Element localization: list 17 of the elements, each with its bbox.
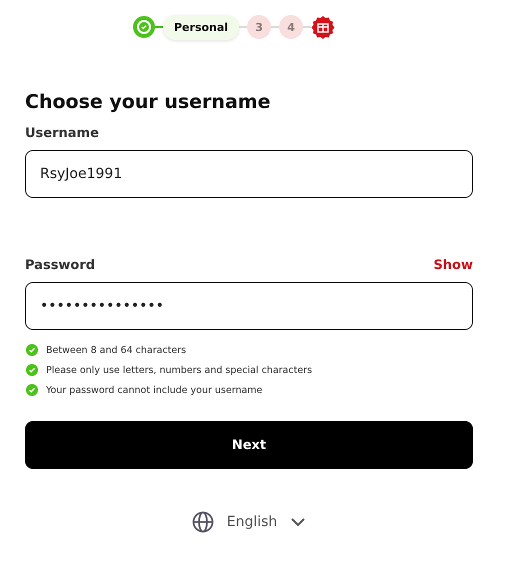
password-field[interactable]: ••••••••••••••• bbox=[25, 282, 473, 330]
step-number: 4 bbox=[279, 15, 304, 39]
step-label: Personal bbox=[163, 14, 240, 40]
chevron-down-icon[interactable] bbox=[290, 517, 306, 527]
next-button[interactable]: Next bbox=[25, 421, 473, 469]
globe-icon bbox=[192, 511, 214, 533]
field-label: Username bbox=[25, 126, 100, 141]
show-link[interactable]: Show bbox=[433, 258, 473, 273]
gift-icon bbox=[311, 15, 336, 39]
step-number: 3 bbox=[247, 15, 272, 39]
requirement-text: Your password cannot include your username bbox=[46, 384, 262, 396]
requirement-text: Between 8 and 64 characters bbox=[46, 344, 186, 356]
username-field[interactable]: RsyJoe1991 bbox=[25, 150, 473, 198]
requirement-text: Please only use letters, numbers and special characters bbox=[46, 364, 312, 376]
page-title: Choose your username bbox=[25, 90, 272, 114]
field-label: Password bbox=[25, 258, 96, 273]
language-selector[interactable]: English bbox=[226, 514, 278, 530]
